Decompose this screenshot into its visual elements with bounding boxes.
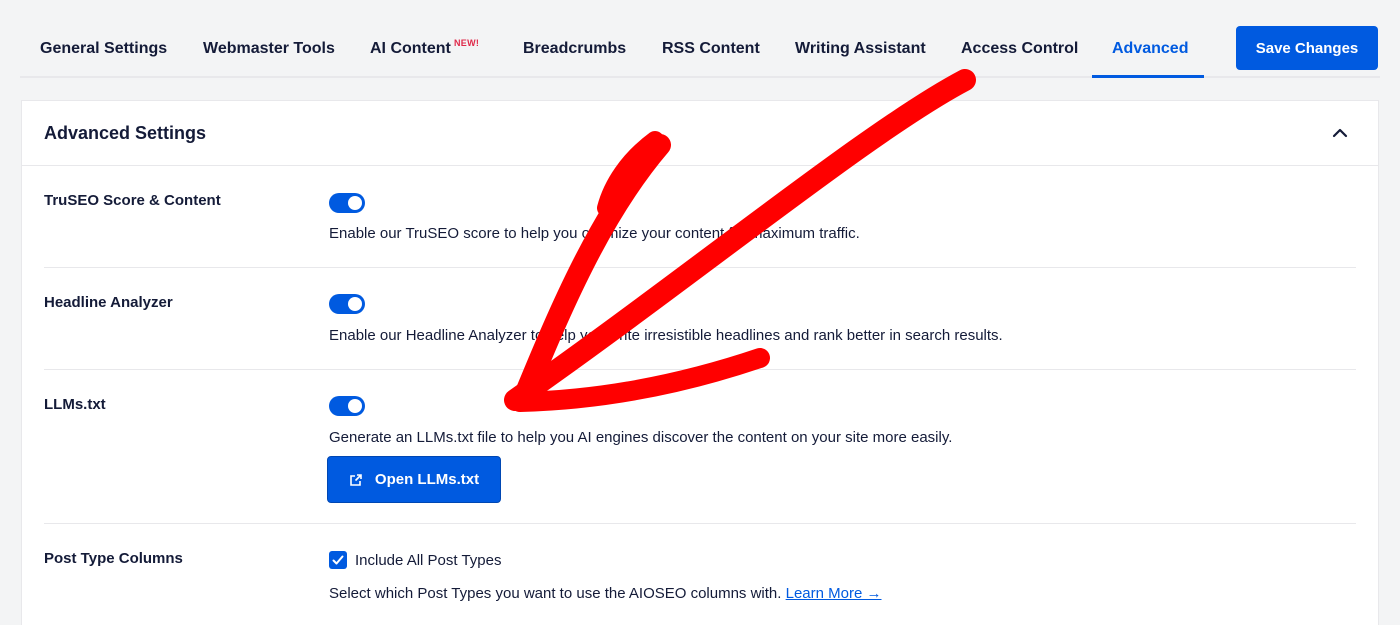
setting-row-truseo: TruSEO Score & Content Enable our TruSEO… bbox=[44, 167, 1356, 268]
setting-description: Select which Post Types you want to use … bbox=[329, 585, 882, 602]
truseo-toggle[interactable] bbox=[329, 193, 365, 213]
toggle-knob bbox=[348, 297, 362, 311]
toggle-knob bbox=[348, 196, 362, 210]
open-llms-txt-label: Open LLMs.txt bbox=[374, 471, 480, 488]
setting-description: Enable our Headline Analyzer to help you… bbox=[329, 327, 1003, 344]
advanced-settings-panel: Advanced Settings TruSEO Score & Content… bbox=[21, 100, 1379, 625]
new-badge: NEW! bbox=[454, 38, 480, 48]
include-all-post-types-checkbox[interactable] bbox=[329, 551, 347, 569]
external-link-icon bbox=[350, 473, 362, 486]
setting-label: Post Type Columns bbox=[44, 550, 183, 567]
llms-txt-toggle[interactable] bbox=[329, 396, 365, 416]
tab-webmaster-tools[interactable]: Webmaster Tools bbox=[203, 39, 335, 59]
panel-header[interactable]: Advanced Settings bbox=[22, 101, 1378, 166]
checkbox-label[interactable]: Include All Post Types bbox=[355, 552, 501, 569]
tab-breadcrumbs[interactable]: Breadcrumbs bbox=[523, 39, 626, 59]
open-llms-txt-button[interactable]: Open LLMs.txt bbox=[327, 456, 501, 503]
tab-writing-assistant[interactable]: Writing Assistant bbox=[795, 39, 926, 59]
tab-ai-content-label: AI Content bbox=[370, 40, 451, 57]
checkmark-icon bbox=[332, 555, 344, 565]
headline-analyzer-toggle[interactable] bbox=[329, 294, 365, 314]
toggle-knob bbox=[348, 399, 362, 413]
setting-row-headline-analyzer: Headline Analyzer Enable our Headline An… bbox=[44, 268, 1356, 370]
setting-row-post-type-columns: Post Type Columns Include All Post Types… bbox=[44, 524, 1356, 625]
tab-general-settings[interactable]: General Settings bbox=[40, 39, 167, 59]
panel-title: Advanced Settings bbox=[44, 123, 207, 143]
setting-label: Headline Analyzer bbox=[44, 294, 173, 311]
tab-rss-content[interactable]: RSS Content bbox=[662, 39, 760, 59]
save-changes-button[interactable]: Save Changes bbox=[1236, 26, 1378, 70]
active-tab-indicator bbox=[1092, 75, 1204, 78]
tab-access-control[interactable]: Access Control bbox=[961, 39, 1078, 59]
learn-more-link[interactable]: Learn More → bbox=[786, 585, 882, 602]
setting-description: Generate an LLMs.txt file to help you AI… bbox=[329, 429, 953, 446]
settings-tab-bar: General Settings Webmaster Tools AI Cont… bbox=[20, 0, 1380, 78]
setting-description: Enable our TruSEO score to help you opti… bbox=[329, 225, 860, 242]
setting-label: TruSEO Score & Content bbox=[44, 192, 221, 209]
tab-ai-content[interactable]: AI Content NEW! bbox=[370, 38, 479, 59]
description-text: Select which Post Types you want to use … bbox=[329, 585, 782, 602]
setting-row-llms-txt: LLMs.txt Generate an LLMs.txt file to he… bbox=[44, 370, 1356, 524]
setting-label: LLMs.txt bbox=[44, 396, 106, 413]
tab-advanced[interactable]: Advanced bbox=[1112, 39, 1188, 59]
chevron-up-icon[interactable] bbox=[1332, 127, 1348, 139]
